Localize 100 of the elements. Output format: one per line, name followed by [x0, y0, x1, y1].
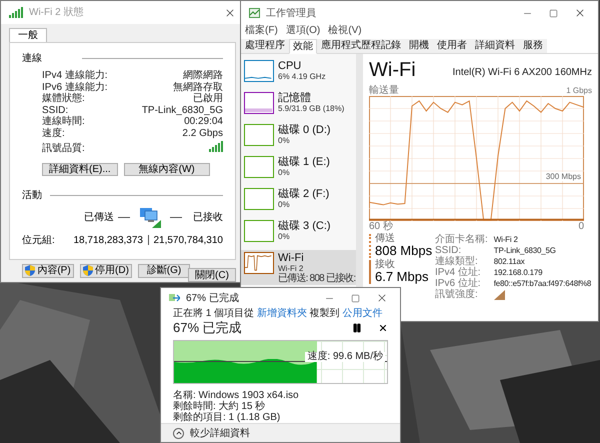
action-button[interactable]: 診斷(G) [138, 264, 190, 278]
stat-label: 接收 [375, 260, 396, 270]
detail-value: 192.168.0.179 [494, 267, 544, 278]
tab[interactable]: 一般 [9, 28, 47, 42]
device-detail: 5.9/31.9 GB (18%) [278, 104, 344, 113]
device-name: CPU [278, 60, 302, 72]
detail-value: TP-Link_6830_5G [494, 245, 557, 256]
device-detail: 0% [278, 200, 291, 209]
wireless-properties-button[interactable]: 無線內容(W) [124, 162, 210, 176]
detail-label: 介面卡名稱: [435, 234, 488, 245]
collapse-icon[interactable] [173, 428, 184, 438]
field-value: 2.2 Gbps [181, 128, 223, 139]
network-computers-icon [138, 206, 162, 228]
axis-label: 輸送量 [369, 86, 399, 96]
field-label: 連線時間: [42, 116, 86, 128]
sidebar-item[interactable]: CPU 6% 4.19 GHz [241, 58, 356, 90]
field-label: 訊號品質: [42, 143, 86, 154]
sidebar-item[interactable]: 磁碟 0 (D:) 0% [241, 122, 356, 154]
close-button[interactable]: 關閉(C) [188, 268, 236, 282]
device-name: 磁碟 3 (C:) [278, 220, 331, 232]
tab[interactable]: 使用者 [433, 39, 471, 53]
field-value: 無網路存取 [172, 82, 223, 93]
received-label: 已接收 [193, 210, 223, 225]
received-bytes: 21,570,784,310 [153, 234, 223, 248]
stat-label: 傳送 [375, 234, 396, 244]
tab[interactable]: 應用程式歷程記錄 [317, 39, 405, 53]
tab[interactable]: 服務 [519, 39, 547, 53]
detail-label: 訊號強度: [435, 289, 479, 300]
signal-icon [9, 7, 23, 18]
detail-text: 名稱: Windows 1903 x64.iso [173, 390, 300, 401]
device-name: 磁碟 2 (F:) [278, 188, 330, 200]
field-value: TP-Link_6830_5G [142, 104, 223, 116]
progress-heading: 67% 已完成 [173, 320, 242, 336]
section-heading: 活動 [22, 188, 42, 202]
stat-value: 6.7 Mbps [375, 270, 429, 284]
device-subname: Wi-Fi 2 [278, 264, 304, 273]
sidebar-item[interactable]: Wi-Fi Wi-Fi 2 已傳送: 808 已接收: [241, 250, 356, 285]
shield-icon [25, 265, 36, 276]
field-value: 00:29:04 [183, 116, 223, 128]
close-icon[interactable] [574, 7, 586, 19]
window-title: 67% 已完成 [186, 292, 239, 306]
copy-icon [169, 294, 180, 302]
sidebar-item[interactable]: 磁碟 3 (C:) 0% [241, 218, 356, 250]
field-label: 速度: [42, 128, 66, 139]
tab[interactable]: 處理程序 [241, 39, 289, 53]
sent-bytes: 18,718,283,373 [72, 234, 143, 248]
action-button[interactable]: 停用(D) [80, 264, 132, 278]
detail-label: IPv6 位址: [435, 278, 482, 289]
device-detail: 0% [278, 136, 291, 145]
close-icon[interactable] [376, 292, 388, 304]
tab[interactable]: 效能 [289, 39, 317, 54]
detail-label: 連線類型: [435, 256, 479, 267]
tab[interactable]: 詳細資料 [471, 39, 519, 53]
menu-item[interactable]: 檢視(V) [328, 25, 362, 37]
device-detail: 0% [278, 168, 291, 177]
app-icon [249, 8, 260, 18]
adapter-name: Intel(R) Wi-Fi 6 AX200 160MHz [452, 66, 592, 80]
details-button[interactable]: 詳細資料(E)... [42, 162, 118, 176]
panel-title: Wi-Fi [369, 58, 416, 82]
field-label: 位元組: [22, 234, 56, 248]
sent-label: 已傳送 [84, 211, 114, 225]
device-name: 記憶體 [278, 92, 312, 104]
sidebar-item[interactable]: 磁碟 2 (F:) 0% [241, 186, 356, 218]
sidebar-item[interactable]: 記憶體 5.9/31.9 GB (18%) [241, 90, 356, 122]
speed-label: 速度: 99.6 MB/秒 [305, 352, 385, 362]
copy-summary: 正在將 1 個項目從 新增資料夾 複製到 公用文件 [173, 308, 384, 320]
fewer-details-button[interactable]: 較少詳細資料 [190, 426, 250, 440]
scale-label: 300 Mbps [546, 172, 581, 181]
detail-text: 剩餘時間: 大約 15 秒 [173, 401, 266, 412]
maximize-icon[interactable] [549, 8, 558, 18]
maximize-icon[interactable] [351, 294, 360, 302]
device-detail: 已傳送: 808 已接收: [278, 273, 353, 284]
device-name: 磁碟 1 (E:) [278, 156, 330, 168]
destination-link[interactable]: 公用文件 [342, 308, 382, 319]
field-label: IPv6 連線能力: [42, 82, 109, 92]
menu-item[interactable]: 檔案(F) [245, 25, 278, 37]
field-value: 已啟用 [192, 93, 223, 104]
tab[interactable]: 開機 [405, 39, 433, 53]
sidebar-item[interactable]: 磁碟 1 (E:) 0% [241, 154, 356, 186]
field-label: 媒體狀態: [42, 93, 86, 104]
cancel-icon[interactable] [378, 323, 388, 333]
detail-text: 剩餘的項目: 1 (1.18 GB) [173, 412, 282, 423]
window-title: 工作管理員 [266, 6, 316, 20]
scale-label: 1 Gbps [566, 86, 592, 96]
pause-icon[interactable] [352, 323, 362, 333]
detail-value: Wi-Fi 2 [494, 234, 519, 245]
source-link[interactable]: 新增資料夾 [256, 308, 307, 319]
device-detail: 6% 4.19 GHz [278, 72, 326, 81]
field-label: IPv4 連線能力: [42, 70, 109, 82]
signal-quality-icon [209, 141, 223, 152]
detail-label: IPv4 位址: [435, 267, 482, 278]
window-title: Wi-Fi 2 狀態 [29, 6, 84, 20]
field-label: SSID: [42, 104, 70, 116]
time-label: 0 [578, 221, 584, 232]
time-label: 60 秒 [369, 221, 393, 232]
menu-item[interactable]: 選項(O) [286, 25, 320, 37]
action-button[interactable]: 內容(P) [22, 264, 74, 278]
detail-label: SSID: [435, 245, 462, 256]
detail-value: 802.11ax [494, 256, 526, 267]
device-name: Wi-Fi [278, 252, 305, 264]
